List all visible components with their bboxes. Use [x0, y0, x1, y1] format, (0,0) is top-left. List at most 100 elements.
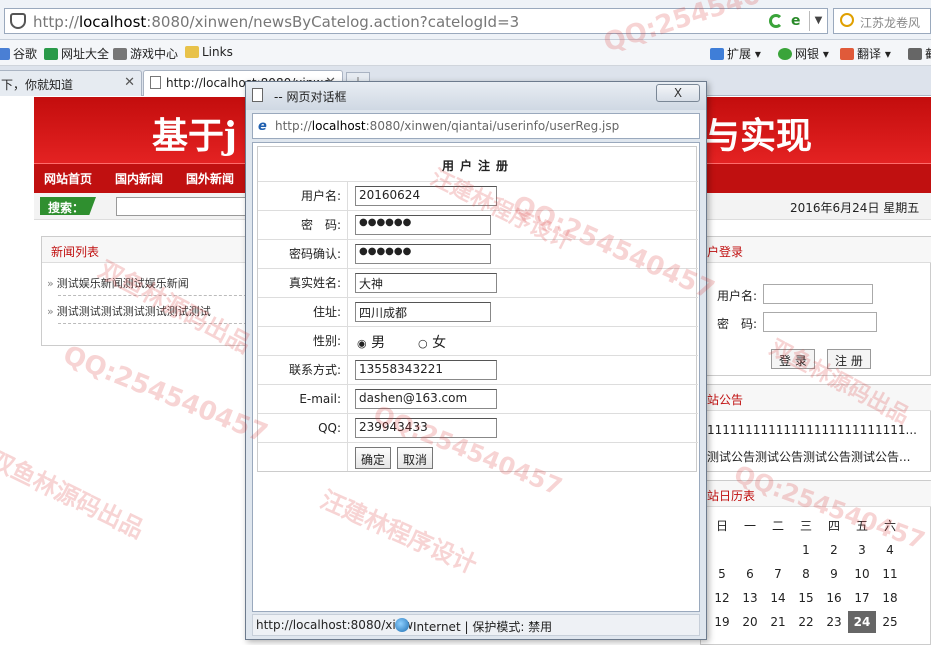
- username-input[interactable]: 20160624: [355, 186, 497, 206]
- extensions-button[interactable]: 扩展 ▾: [710, 45, 761, 62]
- calendar-day[interactable]: 8: [792, 563, 820, 585]
- calendar-day[interactable]: 1: [792, 539, 820, 561]
- calendar-day[interactable]: 10: [848, 563, 876, 585]
- calendar-weekday: 六: [883, 519, 896, 533]
- calendar-day[interactable]: 9: [820, 563, 848, 585]
- double-arrow-icon: »: [47, 277, 54, 290]
- qq-input[interactable]: 239943433: [355, 418, 497, 438]
- calendar-weekday: 一: [743, 519, 756, 533]
- row-phone: 联系方式: 13558343221: [258, 355, 698, 384]
- dialog-title: -- 网页对话框: [274, 90, 347, 104]
- calendar-day[interactable]: 12: [708, 587, 736, 609]
- nav-international[interactable]: 国外新闻: [186, 170, 234, 187]
- news-item[interactable]: » 测试娱乐新闻测试娱乐新闻: [47, 275, 189, 291]
- email-input[interactable]: dashen@163.com: [355, 389, 497, 409]
- fav-links[interactable]: Links: [185, 45, 233, 59]
- double-arrow-icon: »: [47, 305, 54, 318]
- fav-sites[interactable]: 网址大全: [44, 45, 109, 62]
- password-confirm-input[interactable]: ●●●●●●: [355, 244, 491, 264]
- gender-male-radio[interactable]: ◉ 男: [357, 332, 385, 352]
- password-input[interactable]: ●●●●●●: [355, 215, 491, 235]
- translate-button[interactable]: 翻译 ▾: [840, 45, 891, 62]
- calendar-day[interactable]: 18: [876, 587, 904, 609]
- calendar-day[interactable]: 20: [736, 611, 764, 633]
- dialog-titlebar: -- 网页对话框 X: [246, 82, 706, 110]
- divider: [58, 323, 252, 324]
- address-bar-area: http://localhost:8080/xinwen/newsByCatel…: [0, 0, 931, 40]
- calendar-day[interactable]: 17: [848, 587, 876, 609]
- dialog-content: 用户注册 用户名: 20160624 密 码: ●●●●●● 密码确认: ●●●…: [252, 142, 700, 612]
- calendar-day[interactable]: 13: [736, 587, 764, 609]
- calendar-day[interactable]: 23: [820, 611, 848, 633]
- browser-search-input[interactable]: 江苏龙卷风: [833, 8, 931, 34]
- email-label: E-mail:: [258, 385, 348, 413]
- row-email: E-mail: dashen@163.com: [258, 384, 698, 413]
- calendar-day[interactable]: 19: [708, 611, 736, 633]
- site-icon: [44, 48, 58, 60]
- login-box: 户登录 用户名: 密 码: 登 录 注 册: [700, 236, 931, 376]
- password-label: 密 码:: [258, 211, 348, 239]
- news-item[interactable]: » 测试测试测试测试测试测试测试: [47, 303, 211, 319]
- row-realname: 真实姓名: 大神: [258, 268, 698, 297]
- dialog-close-button[interactable]: X: [656, 84, 700, 102]
- calendar-day[interactable]: 21: [764, 611, 792, 633]
- notice-item[interactable]: 11111111111111111111111111...: [707, 423, 927, 437]
- tab-baidu[interactable]: 下，你就知道 ✕: [0, 70, 142, 96]
- login-button[interactable]: 登 录: [771, 349, 815, 369]
- realname-input[interactable]: 大神: [355, 273, 497, 293]
- cancel-button[interactable]: 取消: [397, 447, 434, 469]
- login-title: 户登录: [707, 245, 744, 259]
- bank-button[interactable]: 网银 ▾: [778, 45, 829, 62]
- address-label: 住址:: [258, 298, 348, 326]
- calendar-day: [764, 539, 792, 561]
- tab-label: 下，你就知道: [1, 78, 74, 92]
- login-username-label: 用户名:: [717, 289, 758, 303]
- phone-input[interactable]: 13558343221: [355, 360, 497, 380]
- gender-female-radio[interactable]: ○ 女: [418, 332, 446, 352]
- notice-title: 站公告: [707, 393, 744, 407]
- calendar-day[interactable]: 3: [848, 539, 876, 561]
- notice-box: 站公告 11111111111111111111111111... 测试公告测试…: [700, 384, 931, 472]
- site-search-input[interactable]: [116, 197, 256, 216]
- reload-icon[interactable]: [769, 14, 783, 28]
- calendar-day[interactable]: 4: [876, 539, 904, 561]
- screenshot-button[interactable]: 截: [908, 45, 931, 62]
- folder-icon: [185, 46, 199, 58]
- address-input[interactable]: http://localhost:8080/xinwen/newsByCatel…: [4, 8, 828, 34]
- gender-label: 性别:: [258, 327, 348, 355]
- address-url[interactable]: http://localhost:8080/xinwen/newsByCatel…: [33, 13, 519, 31]
- nav-domestic[interactable]: 国内新闻: [115, 170, 163, 187]
- chevron-down-icon[interactable]: ▼: [809, 11, 827, 31]
- calendar-day[interactable]: 5: [708, 563, 736, 585]
- search-icon: [840, 13, 854, 27]
- fav-google[interactable]: 谷歌: [0, 45, 37, 62]
- calendar-day[interactable]: 11: [876, 563, 904, 585]
- calendar-day[interactable]: 22: [792, 611, 820, 633]
- login-username-input[interactable]: [763, 284, 873, 304]
- fav-games[interactable]: 游戏中心: [113, 45, 178, 62]
- login-password-input[interactable]: [763, 312, 877, 332]
- nav-home[interactable]: 网站首页: [44, 170, 92, 187]
- translate-icon: [840, 48, 854, 60]
- notice-item[interactable]: 测试公告测试公告测试公告测试公告...: [707, 448, 927, 465]
- calendar-day[interactable]: 2: [820, 539, 848, 561]
- compat-icon[interactable]: e: [791, 13, 801, 29]
- calendar-day[interactable]: 7: [764, 563, 792, 585]
- page-icon: [150, 76, 161, 89]
- calendar-day[interactable]: 6: [736, 563, 764, 585]
- radio-unchecked-icon: ○: [418, 337, 428, 350]
- address-input[interactable]: 四川成都: [355, 302, 491, 322]
- calendar-day[interactable]: 24: [848, 611, 876, 633]
- calendar-day[interactable]: 25: [876, 611, 904, 633]
- close-icon[interactable]: ✕: [124, 75, 135, 90]
- calendar-day[interactable]: 14: [764, 587, 792, 609]
- divider: [58, 295, 252, 296]
- grid-icon: [710, 48, 724, 60]
- submit-button[interactable]: 确定: [355, 447, 392, 469]
- calendar-day[interactable]: 15: [792, 587, 820, 609]
- row-qq: QQ: 239943433: [258, 413, 698, 442]
- row-gender: 性别: ◉ 男 ○ 女: [258, 326, 698, 355]
- radio-checked-icon: ◉: [357, 337, 367, 350]
- calendar-day[interactable]: 16: [820, 587, 848, 609]
- register-button[interactable]: 注 册: [827, 349, 871, 369]
